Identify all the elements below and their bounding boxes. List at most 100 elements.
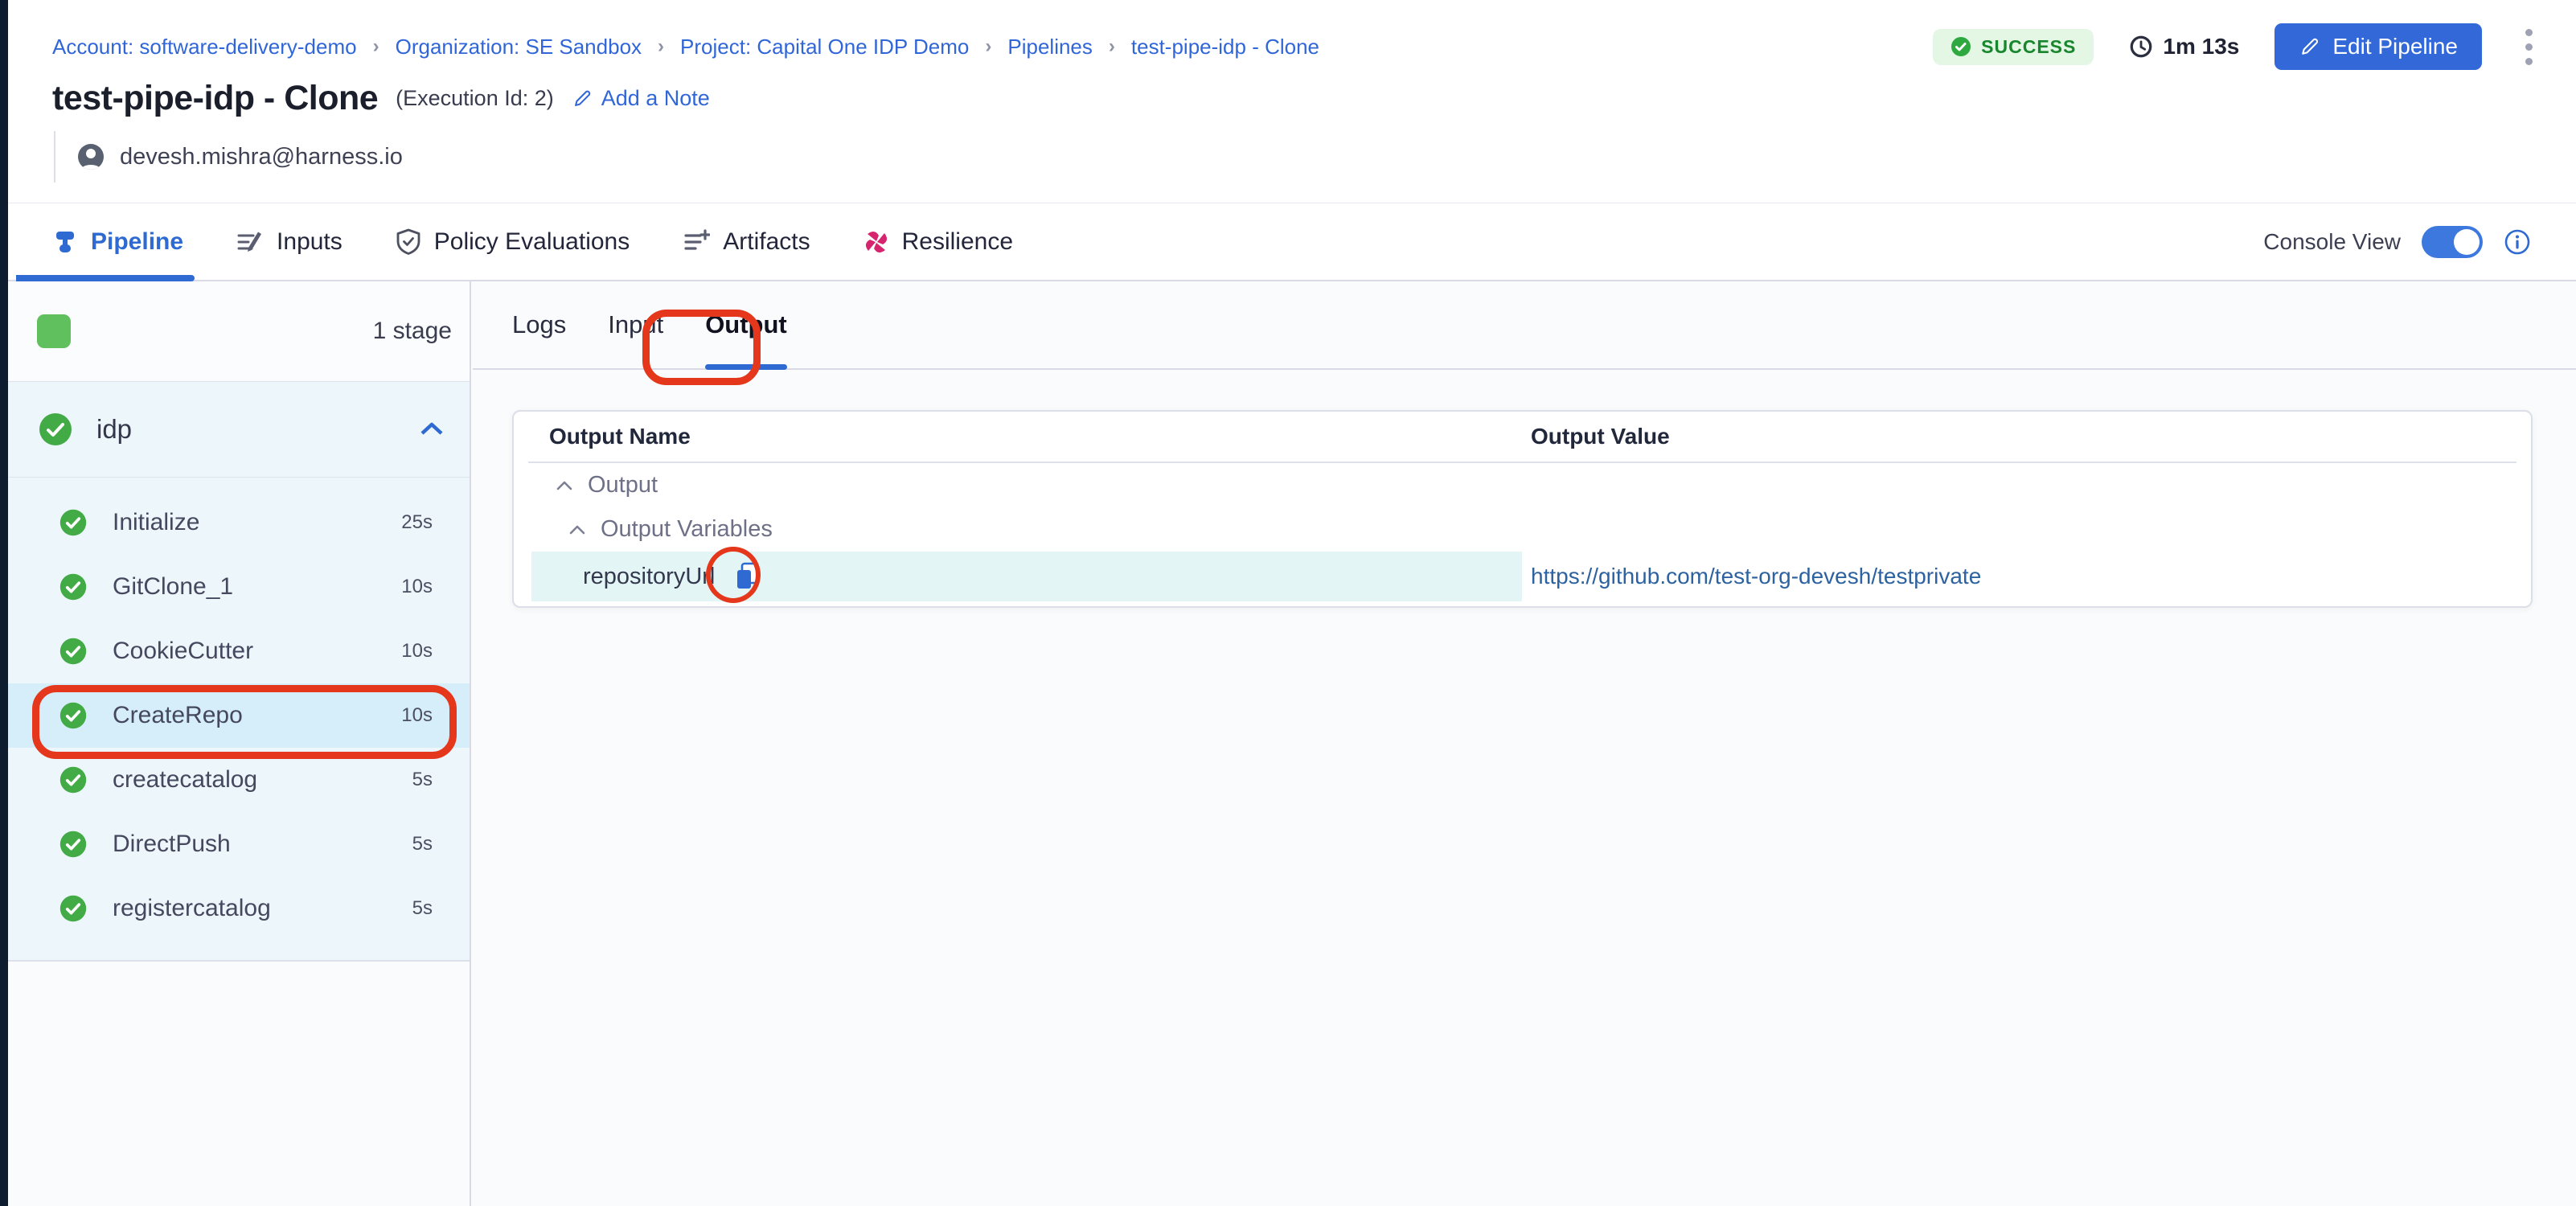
- step-duration: 25s: [401, 511, 433, 534]
- chevron-up-icon[interactable]: [418, 420, 445, 439]
- step-duration: 5s: [412, 897, 433, 920]
- breadcrumb-project[interactable]: Project: Capital One IDP Demo: [680, 35, 969, 59]
- column-output-value: Output Value: [1531, 424, 1670, 449]
- step-row-createrepo[interactable]: CreateRepo 10s: [8, 683, 470, 748]
- tab-output[interactable]: Output: [705, 281, 787, 368]
- console-view-label: Console View: [2263, 229, 2401, 255]
- tab-pipeline-label: Pipeline: [91, 228, 183, 256]
- step-row-createcatalog[interactable]: createcatalog 5s: [8, 748, 470, 812]
- stage-panel: idp Initialize 25s GitClone_1 10s: [8, 382, 470, 962]
- tab-resilience[interactable]: Resilience: [863, 203, 1013, 280]
- tab-inputs[interactable]: Inputs: [236, 203, 343, 280]
- execution-duration-label: 1m 13s: [2163, 34, 2239, 59]
- window-edge-strip: [0, 0, 8, 1206]
- step-name: DirectPush: [113, 831, 231, 858]
- pencil-icon: [572, 88, 593, 109]
- shield-check-icon: [396, 228, 421, 256]
- output-group-row[interactable]: Output: [514, 463, 2531, 507]
- breadcrumb-separator: ›: [985, 35, 991, 58]
- tab-artifacts[interactable]: Artifacts: [683, 203, 810, 280]
- console-view-toggle[interactable]: [2422, 226, 2483, 258]
- pencil-icon: [2299, 35, 2321, 58]
- breadcrumb-separator: ›: [1109, 35, 1115, 58]
- add-note-link[interactable]: Add a Note: [572, 86, 710, 111]
- step-success-icon: [59, 831, 87, 858]
- step-name: Initialize: [113, 509, 199, 536]
- resilience-chaos-icon: [863, 229, 889, 255]
- breadcrumb-pipelines[interactable]: Pipelines: [1007, 35, 1093, 59]
- output-table-card: Output Name Output Value Output Output V…: [512, 410, 2533, 608]
- add-note-label: Add a Note: [601, 86, 710, 111]
- breadcrumb-current-execution[interactable]: test-pipe-idp - Clone: [1131, 35, 1319, 59]
- tab-inputs-label: Inputs: [277, 228, 343, 256]
- tab-input-label: Input: [608, 310, 663, 339]
- step-name: CreateRepo: [113, 702, 243, 729]
- inputs-icon: [236, 228, 264, 256]
- copy-icon[interactable]: [732, 560, 763, 593]
- step-row-cookiecutter[interactable]: CookieCutter 10s: [8, 619, 470, 683]
- pipeline-execution-page: Account: software-delivery-demo › Organi…: [0, 0, 2576, 1206]
- tab-resilience-label: Resilience: [902, 228, 1013, 256]
- breadcrumb-separator: ›: [658, 35, 664, 58]
- tab-logs[interactable]: Logs: [512, 281, 566, 368]
- step-row-directpush[interactable]: DirectPush 5s: [8, 812, 470, 876]
- step-name: GitClone_1: [113, 573, 233, 601]
- status-badge-label: SUCCESS: [1981, 36, 2076, 58]
- tab-input[interactable]: Input: [608, 281, 663, 368]
- output-variable-name: repositoryUrl: [583, 564, 715, 590]
- stage-row-idp[interactable]: idp: [8, 382, 470, 478]
- step-name: createcatalog: [113, 766, 257, 794]
- stage-success-icon: [39, 412, 72, 446]
- info-icon[interactable]: [2504, 228, 2531, 256]
- step-duration: 10s: [401, 576, 433, 598]
- step-row-initialize[interactable]: Initialize 25s: [8, 490, 470, 555]
- output-variables-group-label: Output Variables: [601, 516, 773, 543]
- output-variable-row: repositoryUrl https://github.com/test-or…: [514, 552, 2531, 601]
- tab-artifacts-label: Artifacts: [723, 228, 810, 256]
- triggered-by-email: devesh.mishra@harness.io: [120, 144, 403, 170]
- output-variables-group-row[interactable]: Output Variables: [514, 507, 2531, 552]
- collapse-caret-icon[interactable]: [556, 479, 573, 491]
- execution-nav-tabs: Pipeline Inputs Policy Evaluations Artif…: [8, 203, 2576, 281]
- step-success-icon: [59, 573, 87, 601]
- tab-logs-label: Logs: [512, 310, 566, 339]
- stage-sidebar: 1 stage idp Initialize 25s: [8, 281, 471, 1206]
- execution-id-label: (Execution Id: 2): [396, 86, 554, 111]
- tab-pipeline[interactable]: Pipeline: [52, 203, 183, 280]
- pipeline-icon: [52, 229, 78, 255]
- breadcrumb: Account: software-delivery-demo › Organi…: [52, 23, 2541, 71]
- breadcrumb-account[interactable]: Account: software-delivery-demo: [52, 35, 357, 59]
- step-row-registercatalog[interactable]: registercatalog 5s: [8, 876, 470, 941]
- step-success-icon: [59, 895, 87, 922]
- output-group-label: Output: [588, 472, 658, 498]
- step-row-gitclone-1[interactable]: GitClone_1 10s: [8, 555, 470, 619]
- tab-output-label: Output: [705, 310, 787, 339]
- execution-header: Account: software-delivery-demo › Organi…: [8, 0, 2576, 203]
- output-variable-name-cell: repositoryUrl: [531, 552, 1522, 601]
- console-view-control: Console View: [2263, 203, 2576, 280]
- step-success-icon: [59, 638, 87, 665]
- column-output-name: Output Name: [549, 424, 691, 449]
- title-row: test-pipe-idp - Clone (Execution Id: 2) …: [52, 79, 710, 118]
- stage-status-square: [37, 314, 71, 348]
- step-list: Initialize 25s GitClone_1 10s CookieCutt…: [8, 478, 470, 941]
- edit-pipeline-label: Edit Pipeline: [2332, 34, 2458, 59]
- clock-icon: [2129, 35, 2153, 59]
- output-variable-value-link[interactable]: https://github.com/test-org-devesh/testp…: [1531, 564, 1981, 589]
- stage-count-label: 1 stage: [373, 318, 452, 345]
- tab-policy-evaluations[interactable]: Policy Evaluations: [396, 203, 630, 280]
- step-name: CookieCutter: [113, 638, 253, 665]
- step-success-icon: [59, 766, 87, 794]
- step-duration: 5s: [412, 833, 433, 855]
- success-check-icon: [1950, 36, 1971, 57]
- user-avatar-icon: [76, 142, 105, 171]
- step-name: registercatalog: [113, 895, 271, 922]
- output-table-header: Output Name Output Value: [514, 412, 2531, 461]
- collapse-caret-icon[interactable]: [568, 523, 586, 535]
- stage-sidebar-header: 1 stage: [8, 281, 470, 382]
- step-success-icon: [59, 509, 87, 536]
- more-options-menu[interactable]: [2517, 23, 2541, 72]
- edit-pipeline-button[interactable]: Edit Pipeline: [2275, 23, 2482, 70]
- step-success-icon: [59, 702, 87, 729]
- breadcrumb-organization[interactable]: Organization: SE Sandbox: [396, 35, 642, 59]
